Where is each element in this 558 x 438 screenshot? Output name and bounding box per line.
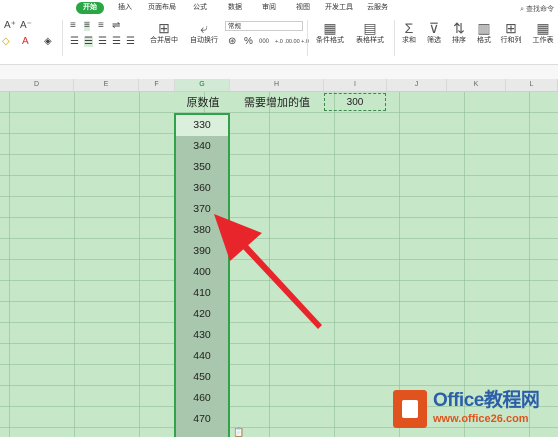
text-direction-icon[interactable]: ⇌ (112, 21, 120, 31)
tab-cloud[interactable]: 云服务 (367, 2, 388, 14)
cell-g-header[interactable]: 原数值 (176, 93, 230, 113)
align-center-icon[interactable]: ☰ (84, 37, 93, 47)
merge-cells-icon: ⊞ (158, 20, 170, 36)
tab-formulas[interactable]: 公式 (193, 2, 207, 14)
table-style-button[interactable]: ▤ 表格样式 (350, 20, 390, 45)
search-command[interactable]: ⌕ 查找命令 (520, 4, 554, 16)
tab-developer[interactable]: 开发工具 (325, 2, 353, 14)
font-grow-icon[interactable]: A⁺ (4, 21, 16, 31)
worksheet-icon: ▦ (536, 20, 550, 36)
ribbon-toolbar: A⁺ A⁻ ◇ A ◈ ≡ ≡ ≡ ⇌ ☰ ☰ ☰ ☰ ☰ ⊞ 合并居中 ⤶ 自… (0, 18, 558, 58)
sigma-icon: Σ (404, 20, 414, 36)
sheet-grid[interactable] (0, 92, 558, 437)
cell-g-value[interactable]: 400 (176, 262, 228, 283)
format-icon: ▥ (477, 20, 491, 36)
cell-g-value[interactable]: 470 (176, 409, 228, 430)
cell-g-value[interactable]: 340 (176, 136, 228, 157)
align-left-icon[interactable]: ☰ (70, 37, 79, 47)
cell-i-value[interactable]: 300 (324, 93, 386, 111)
column-header-l[interactable]: L (506, 79, 558, 91)
column-header-j[interactable]: J (387, 79, 447, 91)
cell-g-value[interactable]: 330 (176, 115, 228, 136)
wrap-text-button[interactable]: ⤶ 自动换行 (186, 20, 222, 45)
conditional-format-icon: ▦ (323, 20, 337, 36)
tab-view[interactable]: 视图 (296, 2, 310, 14)
sort-icon: ⇅ (453, 20, 465, 36)
wrap-text-icon: ⤶ (200, 20, 208, 36)
column-header-d[interactable]: D (0, 79, 74, 91)
tab-page-layout[interactable]: 页面布局 (148, 2, 176, 14)
sort-button[interactable]: ⇅ 排序 (447, 20, 471, 45)
watermark-url: www.office26.com (433, 413, 529, 425)
worksheet-button[interactable]: ▦ 工作表 (528, 20, 558, 45)
rows-cols-icon: ⊞ (505, 20, 517, 36)
column-header-k[interactable]: K (447, 79, 506, 91)
currency-icon[interactable]: ⊛ (228, 37, 236, 47)
cell-g-value[interactable]: 380 (176, 220, 228, 241)
ribbon: 开始 插入 页面布局 公式 数据 审阅 视图 开发工具 云服务 ⌕ 查找命令 A… (0, 0, 558, 65)
separator (62, 20, 63, 56)
ribbon-tabs: 开始 插入 页面布局 公式 数据 审阅 视图 开发工具 云服务 ⌕ 查找命令 (0, 2, 558, 16)
clear-format-icon[interactable]: ◈ (44, 37, 52, 47)
number-format-select[interactable]: 常规 (225, 21, 303, 31)
watermark-logo: Office教程网 www.office26.com (393, 388, 553, 432)
separator (307, 20, 308, 56)
justify-icon[interactable]: ☰ (112, 37, 121, 47)
column-header-h[interactable]: H (230, 79, 324, 91)
cell-g-value[interactable]: 430 (176, 325, 228, 346)
cell-g-value[interactable]: 370 (176, 199, 228, 220)
cell-g-value[interactable]: 420 (176, 304, 228, 325)
cell-h-header[interactable]: 需要增加的值 (232, 93, 322, 113)
column-headers: D E F G H I J K L (0, 79, 558, 92)
cell-g-value[interactable]: 440 (176, 346, 228, 367)
align-bottom-icon[interactable]: ≡ (98, 21, 104, 31)
cell-g-value[interactable]: 360 (176, 178, 228, 199)
distributed-icon[interactable]: ☰ (126, 37, 135, 47)
align-right-icon[interactable]: ☰ (98, 37, 107, 47)
filter-button[interactable]: ⊽ 筛选 (422, 20, 446, 45)
tab-insert[interactable]: 插入 (118, 2, 132, 14)
align-middle-icon[interactable]: ≡ (84, 21, 90, 31)
column-header-f[interactable]: F (139, 79, 175, 91)
cell-g-value[interactable]: 450 (176, 367, 228, 388)
cell-g-value[interactable]: 350 (176, 157, 228, 178)
percent-button[interactable]: % (244, 37, 253, 47)
tab-review[interactable]: 审阅 (262, 2, 276, 14)
sum-button[interactable]: Σ 求和 (397, 20, 421, 45)
cell-g-value[interactable]: 460 (176, 388, 228, 409)
align-top-icon[interactable]: ≡ (70, 21, 76, 31)
cell-g-value[interactable]: 390 (176, 241, 228, 262)
increase-decimal-button[interactable]: +.0 .00 (275, 37, 292, 47)
column-header-e[interactable]: E (74, 79, 139, 91)
formula-bar-area (0, 65, 558, 79)
tab-data[interactable]: 数据 (228, 2, 242, 14)
thousands-button[interactable]: 000 (259, 37, 269, 47)
filter-icon: ⊽ (428, 20, 440, 36)
watermark-brand: Office教程网 (433, 390, 540, 411)
column-header-i[interactable]: I (324, 79, 387, 91)
font-color-icon[interactable]: A (22, 37, 29, 47)
rows-cols-button[interactable]: ⊞ 行和列 (497, 20, 525, 45)
search-icon: ⌕ (520, 6, 525, 13)
cell-g-value[interactable]: 410 (176, 283, 228, 304)
fill-color-icon[interactable]: ◇ (2, 37, 10, 47)
office-logo-icon (393, 390, 427, 428)
tab-home[interactable]: 开始 (76, 2, 104, 14)
column-header-g[interactable]: G (175, 79, 230, 91)
merge-center-button[interactable]: ⊞ 合并居中 (146, 20, 182, 45)
paste-options-icon[interactable]: 📋 (233, 427, 244, 438)
table-style-icon: ▤ (363, 20, 377, 36)
conditional-format-button[interactable]: ▦ 条件格式 (310, 20, 350, 45)
separator (394, 20, 395, 56)
font-shrink-icon[interactable]: A⁻ (20, 21, 32, 31)
format-button[interactable]: ▥ 格式 (472, 20, 496, 45)
